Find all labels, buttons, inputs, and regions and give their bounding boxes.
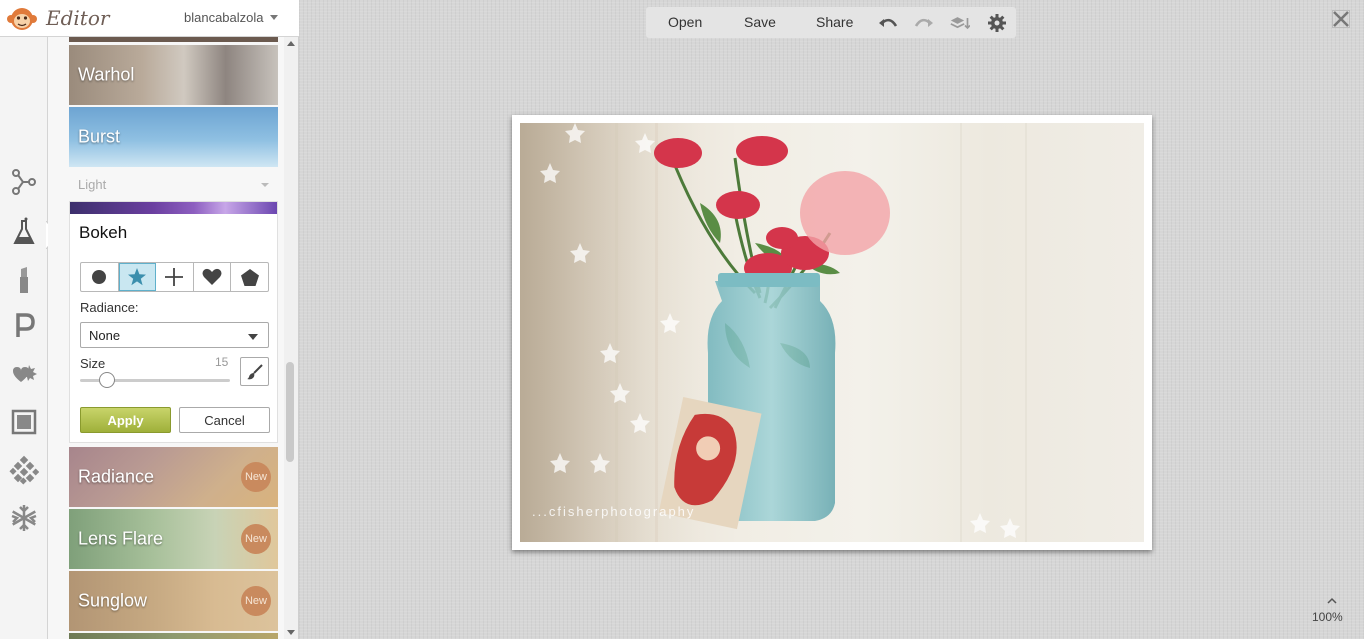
frames-icon[interactable] [9,407,39,437]
bokeh-settings-panel: Bokeh Radiance: None Size 15 Apply Cance… [69,201,278,443]
effect-card-burst[interactable]: Burst [69,107,278,167]
panel-scrollbar[interactable] [284,37,298,639]
textures-icon[interactable] [9,455,39,485]
save-button[interactable]: Save [744,14,776,30]
scroll-down-icon[interactable] [287,630,295,635]
category-label: Light [78,177,107,192]
app-header: Editor blancabalzola [0,0,299,37]
edit-tools-icon[interactable] [9,167,39,197]
user-menu[interactable]: blancabalzola [184,10,264,25]
size-slider-handle[interactable] [99,372,115,388]
effect-label: Warhol [78,64,135,85]
radiance-select[interactable]: None [80,322,269,348]
photo-watermark: ...cfisherphotography [532,504,696,519]
apply-button[interactable]: Apply [80,407,171,433]
edited-photo[interactable]: ...cfisherphotography [520,123,1144,542]
heart-icon [202,268,222,285]
top-toolbar: Open Save Share [646,7,1016,38]
chevron-down-icon [261,183,269,187]
effect-title: Bokeh [79,223,128,242]
effect-label: Burst [78,126,121,147]
chevron-down-icon [248,334,258,340]
star-icon [127,268,146,286]
shape-heart-button[interactable] [194,263,232,291]
open-button[interactable]: Open [668,14,702,30]
zoom-toggle-icon[interactable] [1326,597,1338,605]
radiance-value: None [89,328,121,343]
cancel-button[interactable]: Cancel [179,407,270,433]
gear-icon[interactable] [987,13,1007,33]
share-button[interactable]: Share [816,14,853,30]
photo-frame: ...cfisherphotography [512,115,1152,550]
scroll-up-icon[interactable] [287,41,295,46]
partial-effect-card[interactable] [69,633,278,639]
scroll-thumb[interactable] [286,362,294,462]
size-label: Size [80,356,106,371]
app-title: Editor [46,6,110,30]
effect-label: Radiance [78,466,155,487]
effect-card-warhol[interactable]: Warhol [69,45,278,105]
redo-icon[interactable] [914,13,934,33]
text-icon[interactable] [9,311,39,341]
effect-category-dropdown[interactable]: Light [69,174,278,194]
effects-panel: Warhol Burst Light Bokeh Radiance: None … [48,37,299,639]
paintbrush-button[interactable] [240,357,269,386]
effect-card-lens-flare[interactable]: Lens Flare New [69,509,278,569]
monkey-logo-icon[interactable] [6,5,38,33]
layers-icon[interactable] [950,13,970,33]
shape-cross-button[interactable] [156,263,194,291]
shape-circle-button[interactable] [81,263,119,291]
bokeh-preview-strip [70,202,277,214]
new-badge: New [241,524,271,554]
chevron-down-icon[interactable] [270,15,278,20]
effect-card-sunglow[interactable]: Sunglow New [69,571,278,631]
size-value: 15 [215,355,229,369]
effects-flask-icon[interactable] [9,217,39,247]
cross-icon [165,268,184,286]
circle-icon [92,270,107,284]
pentagon-icon [240,268,259,286]
bokeh-shape-selector [80,262,269,292]
new-badge: New [241,462,271,492]
close-icon[interactable] [1332,10,1350,28]
paintbrush-icon [246,363,263,379]
canvas-area: Open Save Share ...cfisherphotography 10… [299,0,1364,639]
touch-up-lipstick-icon[interactable] [9,265,39,295]
undo-icon[interactable] [878,13,898,33]
effect-label: Sunglow [78,590,148,611]
new-badge: New [241,586,271,616]
radiance-label: Radiance: [80,300,139,315]
effect-card-radiance[interactable]: Radiance New [69,447,278,507]
shape-pentagon-button[interactable] [231,263,268,291]
zoom-level[interactable]: 100% [1312,610,1343,624]
shape-star-button[interactable] [118,263,157,291]
partial-effect-card[interactable] [69,37,278,42]
photo-illustration [520,123,1027,542]
stickers-icon[interactable] [9,359,39,389]
snowflake-theme-icon[interactable] [9,503,39,533]
effect-label: Lens Flare [78,528,164,549]
tool-rail [0,37,59,639]
